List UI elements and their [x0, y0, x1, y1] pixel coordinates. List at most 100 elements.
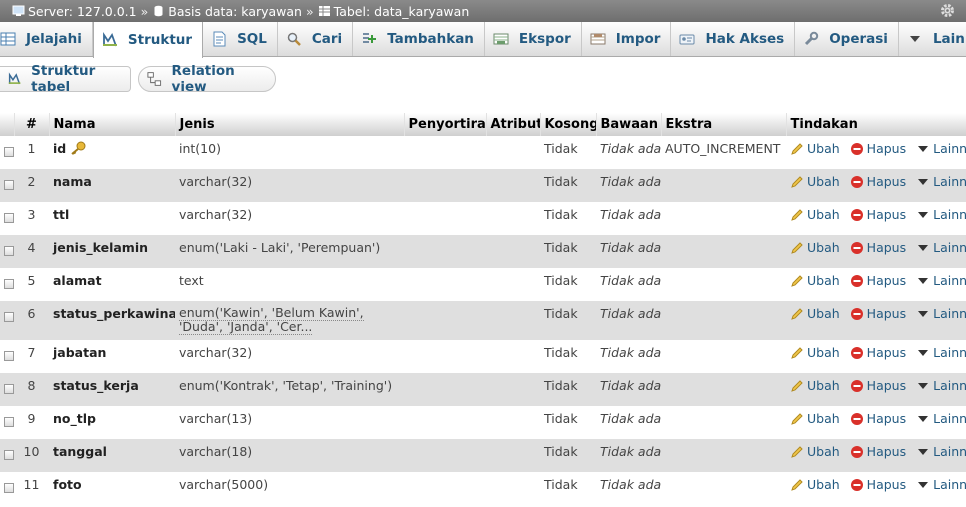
header-nama[interactable]: Nama: [49, 113, 176, 136]
column-type: enum('Kontrak', 'Tetap', 'Training'): [179, 378, 393, 393]
row-checkbox[interactable]: [4, 483, 14, 493]
cell-jenis[interactable]: enum('Kawin', 'Belum Kawin', 'Duda', 'Ja…: [175, 301, 404, 340]
chevron-down-icon: [916, 274, 930, 288]
tab-lainnya[interactable]: Lainnya: [899, 22, 966, 56]
lainnya-dropdown[interactable]: Lainnya: [916, 345, 966, 360]
tab-label: Cari: [311, 31, 343, 47]
column-name: status_perkawinan: [53, 306, 175, 321]
header-kosong[interactable]: Kosong: [540, 113, 597, 136]
row-checkbox[interactable]: [4, 180, 14, 190]
column-type: varchar(32): [179, 174, 253, 189]
tab-label: Jelajahi: [26, 31, 82, 47]
tab-bar: Jelajahi Struktur SQL Cari Tambahkan Ekspor Im…: [0, 22, 966, 58]
column-name: jabatan: [53, 345, 107, 360]
tab-ekspor[interactable]: Ekspor: [485, 22, 582, 56]
row-checkbox[interactable]: [4, 147, 14, 157]
hapus-link[interactable]: Hapus: [850, 411, 906, 426]
ubah-link[interactable]: Ubah: [790, 306, 840, 321]
delete-icon: [850, 478, 864, 492]
tab-hak-akses[interactable]: Hak Akses: [671, 22, 796, 56]
ubah-link[interactable]: Ubah: [790, 174, 840, 189]
ubah-link[interactable]: Ubah: [790, 207, 840, 222]
cell-kosong: Tidak: [540, 301, 596, 340]
tab-tambahkan[interactable]: Tambahkan: [353, 22, 485, 56]
header-atribut[interactable]: Atribut: [486, 113, 541, 136]
hapus-link[interactable]: Hapus: [850, 141, 906, 156]
tab-sql[interactable]: SQL: [203, 22, 278, 56]
cell-ekstra: [661, 439, 786, 472]
cell-atribut: [486, 439, 540, 472]
cell-bawaan: Tidak ada: [596, 235, 661, 268]
cell-jenis: enum('Kontrak', 'Tetap', 'Training'): [175, 373, 404, 406]
header-jenis[interactable]: Jenis: [175, 113, 405, 136]
header-bawaan[interactable]: Bawaan: [596, 113, 662, 136]
hapus-label: Hapus: [866, 273, 907, 288]
row-checkbox[interactable]: [4, 279, 14, 289]
row-checkbox[interactable]: [4, 213, 14, 223]
lainnya-dropdown[interactable]: Lainnya: [916, 141, 966, 156]
row-checkbox[interactable]: [4, 384, 14, 394]
hapus-link[interactable]: Hapus: [850, 306, 906, 321]
tab-operasi[interactable]: Operasi: [795, 22, 899, 56]
cell-idx: 4: [14, 235, 49, 268]
hapus-link[interactable]: Hapus: [850, 207, 906, 222]
cell-ekstra: [661, 169, 786, 202]
breadcrumb-database[interactable]: Basis data: karyawan: [152, 4, 302, 19]
ubah-label: Ubah: [807, 207, 840, 222]
cell-penyortiran: [404, 472, 486, 505]
tab-label: Ekspor: [518, 31, 571, 47]
ubah-label: Ubah: [807, 141, 840, 156]
row-checkbox[interactable]: [4, 246, 14, 256]
ubah-link[interactable]: Ubah: [790, 273, 840, 288]
delete-icon: [850, 241, 864, 255]
header-penyortiran[interactable]: Penyortiran: [404, 113, 487, 136]
ubah-link[interactable]: Ubah: [790, 444, 840, 459]
chevron-down-icon: [916, 412, 930, 426]
row-checkbox[interactable]: [4, 417, 14, 427]
lainnya-dropdown[interactable]: Lainnya: [916, 378, 966, 393]
cell-jenis: varchar(32): [175, 202, 404, 235]
row-checkbox[interactable]: [4, 312, 14, 322]
row-checkbox[interactable]: [4, 450, 14, 460]
header-ekstra[interactable]: Ekstra: [661, 113, 787, 136]
lainnya-dropdown[interactable]: Lainnya: [916, 207, 966, 222]
struktur-tabel-label: Struktur tabel: [31, 63, 96, 95]
privileges-icon: [679, 31, 695, 47]
hapus-link[interactable]: Hapus: [850, 444, 906, 459]
tab-impor[interactable]: Impor: [582, 22, 672, 56]
chevron-down-icon: [916, 142, 930, 156]
tab-cari[interactable]: Cari: [278, 22, 354, 56]
hapus-link[interactable]: Hapus: [850, 477, 906, 492]
lainnya-dropdown[interactable]: Lainnya: [916, 240, 966, 255]
hapus-label: Hapus: [866, 477, 907, 492]
ubah-link[interactable]: Ubah: [790, 141, 840, 156]
lainnya-dropdown[interactable]: Lainnya: [916, 306, 966, 321]
hapus-link[interactable]: Hapus: [850, 174, 906, 189]
hapus-link[interactable]: Hapus: [850, 345, 906, 360]
lainnya-dropdown[interactable]: Lainnya: [916, 444, 966, 459]
ubah-link[interactable]: Ubah: [790, 477, 840, 492]
tab-struktur[interactable]: Struktur: [92, 22, 204, 58]
ubah-link[interactable]: Ubah: [790, 345, 840, 360]
tab-jelajahi[interactable]: Jelajahi: [0, 22, 93, 56]
breadcrumb-table[interactable]: Tabel: data_karyawan: [318, 4, 469, 19]
breadcrumb-server[interactable]: Server: 127.0.0.1: [12, 4, 137, 19]
hapus-link[interactable]: Hapus: [850, 378, 906, 393]
hapus-link[interactable]: Hapus: [850, 273, 906, 288]
lainnya-dropdown[interactable]: Lainnya: [916, 273, 966, 288]
hapus-link[interactable]: Hapus: [850, 240, 906, 255]
gear-icon[interactable]: [939, 2, 956, 19]
struktur-tabel-button[interactable]: Struktur tabel: [0, 63, 131, 95]
relation-view-button[interactable]: Relation view: [138, 63, 276, 95]
header-idx[interactable]: #: [14, 113, 50, 136]
lainnya-dropdown[interactable]: Lainnya: [916, 411, 966, 426]
lainnya-dropdown[interactable]: Lainnya: [916, 174, 966, 189]
delete-icon: [850, 412, 864, 426]
row-checkbox[interactable]: [4, 351, 14, 361]
lainnya-dropdown[interactable]: Lainnya: [916, 477, 966, 492]
ubah-link[interactable]: Ubah: [790, 378, 840, 393]
ubah-link[interactable]: Ubah: [790, 411, 840, 426]
cell-penyortiran: [404, 439, 486, 472]
cell-tindakan: Ubah Hapus Lainnya: [786, 439, 966, 472]
ubah-link[interactable]: Ubah: [790, 240, 840, 255]
